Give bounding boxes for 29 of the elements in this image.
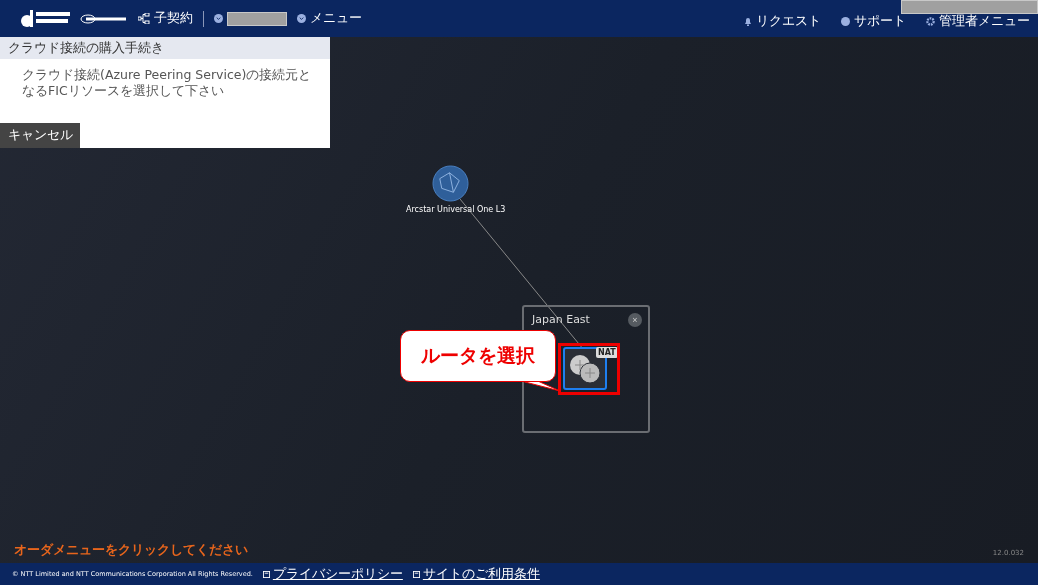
document-icon [262, 570, 270, 578]
header-link[interactable]: 管理者メニュー [926, 13, 1030, 30]
chevron-icon [214, 14, 223, 23]
docomo-business-logo [20, 8, 72, 29]
cancel-button[interactable]: キャンセル [0, 123, 80, 148]
header-link[interactable]: リクエスト [744, 13, 821, 30]
region-title: Japan East [532, 313, 590, 326]
globe-network-icon[interactable] [432, 165, 469, 202]
contract-link[interactable]: 子契約 [138, 10, 193, 27]
footer-link[interactable]: サイトのご利用条件 [412, 565, 540, 583]
router-icon [569, 353, 601, 384]
ntt-logo [80, 13, 128, 24]
close-button[interactable]: × [628, 313, 642, 327]
tree-icon [138, 13, 150, 24]
header-link[interactable]: サポート [841, 13, 906, 30]
nat-badge: NAT [596, 347, 618, 358]
chevron-icon [297, 14, 306, 23]
help-icon [841, 17, 850, 26]
status-message: オーダメニューをクリックしてください [14, 542, 248, 559]
account-selector[interactable] [214, 11, 287, 26]
document-icon [412, 570, 420, 578]
menu-link[interactable]: メニュー [297, 10, 362, 27]
network-label: Arcstar Universal One L3 [406, 205, 506, 214]
highlight-frame [558, 343, 620, 395]
footer-link[interactable]: プライバシーポリシー [262, 565, 403, 583]
settings-icon [926, 17, 935, 26]
panel-message: クラウド接続(Azure Peering Service)の接続元となるFICリソースを選択して下さい [21, 66, 313, 100]
bell-icon [744, 17, 752, 26]
panel-title: クラウド接続の購入手続き [0, 37, 330, 59]
